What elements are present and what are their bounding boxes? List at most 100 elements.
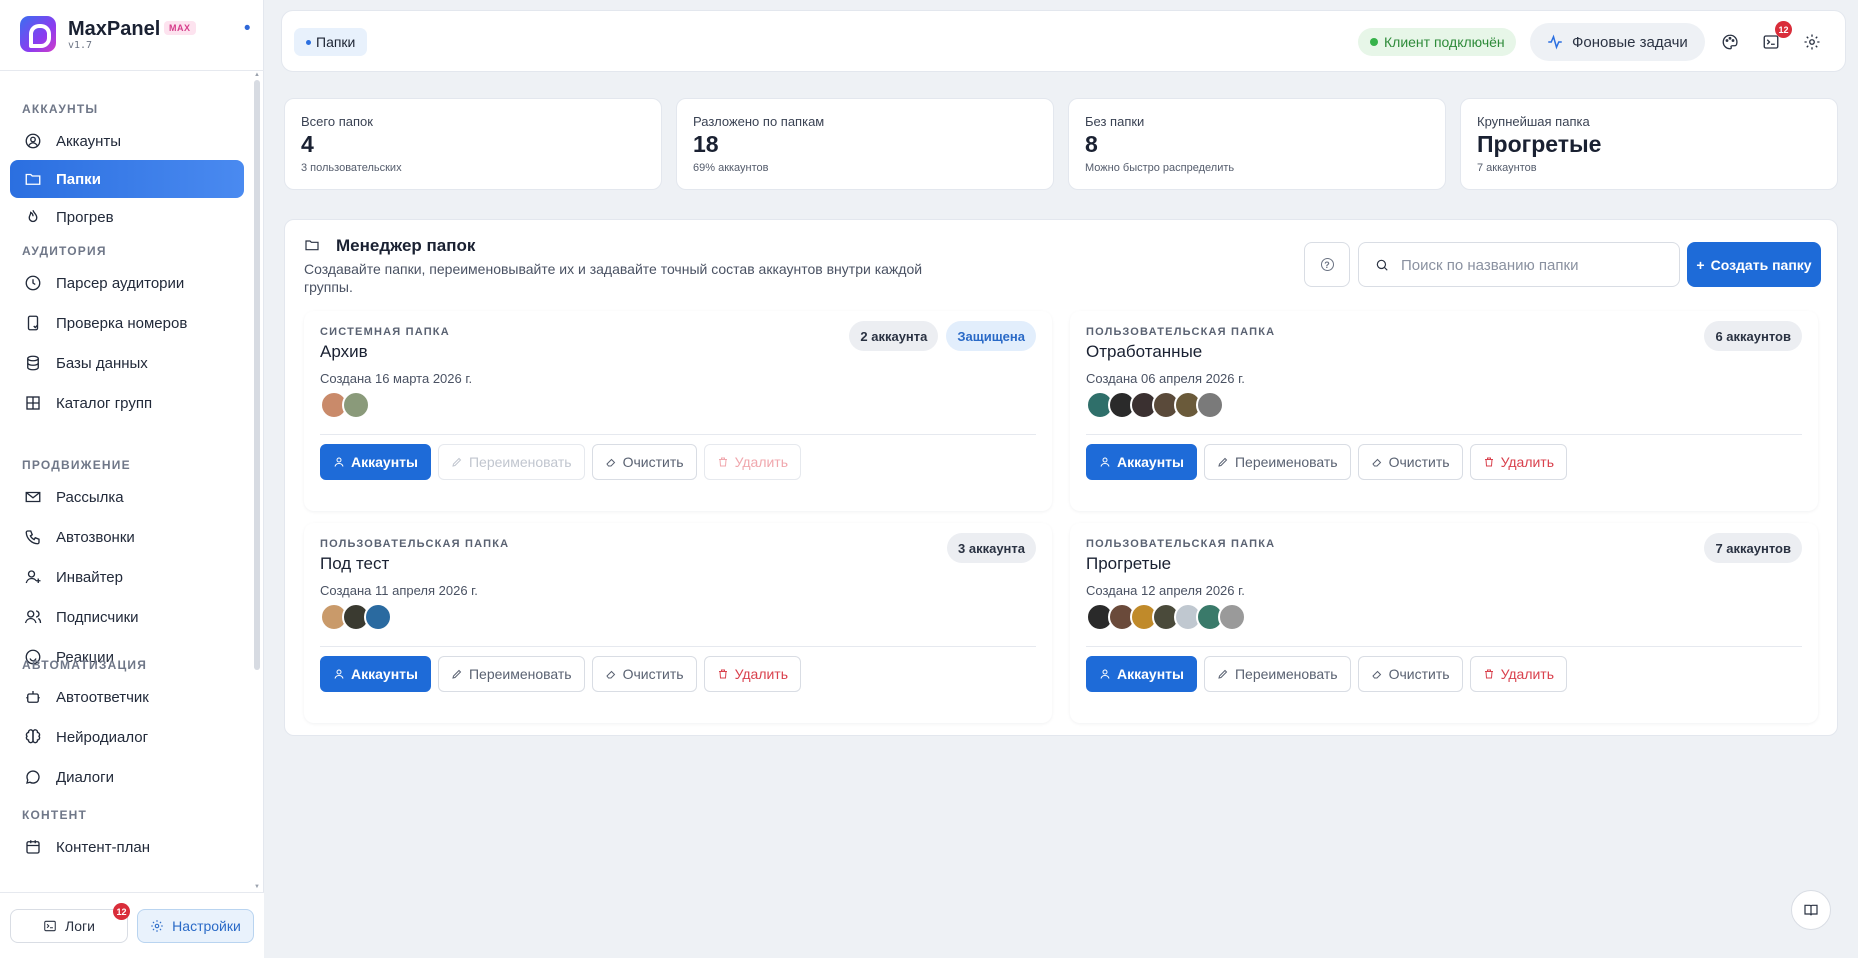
sidebar-item-group-catalog[interactable]: Каталог групп (10, 384, 244, 422)
background-tasks-button[interactable]: Фоновые задачи (1530, 23, 1705, 61)
accounts-button[interactable]: Аккаунты (320, 444, 431, 480)
sidebar-item-subscribers[interactable]: Подписчики (10, 598, 244, 636)
eraser-icon (1371, 670, 1381, 679)
activity-icon (1548, 34, 1562, 50)
stat-value: 8 (1085, 131, 1098, 157)
stat-value: 18 (693, 131, 719, 157)
sidebar-item-mailing[interactable]: Рассылка (10, 478, 244, 516)
account-count-badge: 2 аккаунта (849, 321, 939, 351)
scroll-up-icon[interactable]: ▲ (254, 72, 260, 78)
rename-button[interactable]: Переименовать (1203, 656, 1351, 692)
accounts-button[interactable]: Аккаунты (1086, 444, 1197, 480)
sidebar-item-label: Аккаунты (56, 132, 122, 150)
action-label: Удалить (1500, 454, 1555, 470)
sidebar-item-label: Базы данных (56, 354, 148, 372)
clock-icon (24, 274, 42, 292)
clear-button[interactable]: Очистить (591, 656, 697, 692)
sidebar-item-label: Проверка номеров (56, 314, 188, 332)
accounts-button[interactable]: Аккаунты (320, 656, 431, 692)
topbar: Папки Клиент подключён Фоновые задачи 12 (281, 10, 1846, 72)
avatar (1218, 603, 1246, 631)
sidebar-item-inviter[interactable]: Инвайтер (10, 558, 244, 596)
chat-icon (24, 768, 42, 786)
user-circle-icon (24, 132, 42, 150)
sidebar-item-label: Подписчики (56, 608, 139, 626)
delete-button[interactable]: Удалить (703, 444, 802, 480)
brand[interactable]: MaxPanel MAX v1.7 ● (20, 16, 256, 56)
brain-icon (24, 728, 42, 746)
eraser-icon (605, 458, 615, 467)
pencil-icon (1218, 457, 1228, 467)
rename-button[interactable]: Переименовать (437, 444, 585, 480)
palette-icon[interactable] (1719, 31, 1741, 53)
search-input[interactable] (1401, 253, 1671, 277)
clear-button[interactable]: Очистить (1357, 444, 1463, 480)
sidebar-item-autoresponder[interactable]: Автоответчик (10, 678, 244, 716)
sidebar-item-label: Диалоги (56, 768, 114, 786)
sidebar-item-folders[interactable]: Папки (10, 160, 244, 198)
pin-icon[interactable]: ● (240, 19, 255, 34)
delete-button[interactable]: Удалить (1469, 444, 1568, 480)
help-icon: ? (1320, 258, 1334, 271)
plan-badge: MAX (164, 21, 196, 35)
action-label: Переименовать (468, 666, 572, 682)
sidebar-item-label: Автоответчик (56, 688, 149, 706)
avatar (342, 391, 370, 419)
action-label: Очистить (622, 666, 684, 682)
sidebar-item-dialogs[interactable]: Диалоги (10, 758, 244, 796)
divider (1086, 646, 1802, 647)
sidebar-item-warmup[interactable]: Прогрев (10, 198, 244, 236)
sidebar-item-label: Рассылка (56, 488, 124, 506)
nav-section-title: АККАУНТЫ (22, 102, 99, 116)
action-label: Очистить (622, 454, 684, 470)
trash-icon (1484, 669, 1493, 679)
docs-button[interactable] (1791, 890, 1831, 930)
rename-button[interactable]: Переименовать (1203, 444, 1351, 480)
action-label: Аккаунты (351, 454, 418, 470)
folder-search[interactable] (1358, 242, 1680, 287)
sidebar-item-neurodialog[interactable]: Нейродиалог (10, 718, 244, 756)
logs-button[interactable]: Логи 12 (10, 903, 130, 943)
accounts-button[interactable]: Аккаунты (1086, 656, 1197, 692)
panel-description: Создавайте папки, переименовывайте их и … (304, 261, 923, 295)
user-plus-icon (24, 568, 42, 586)
sidebar-item-number-check[interactable]: Проверка номеров (10, 304, 244, 342)
sidebar-scrollbar[interactable] (254, 80, 260, 670)
send-icon (24, 488, 42, 506)
action-label: Удалить (734, 454, 789, 470)
folder-created: Создана 12 апреля 2026 г. (1086, 583, 1245, 598)
sidebar-item-autocalls[interactable]: Автозвонки (10, 518, 244, 556)
book-icon (1804, 904, 1818, 916)
folder-kind: СИСТЕМНАЯ ПАПКА (320, 326, 450, 338)
sidebar-item-label: Инвайтер (56, 568, 123, 586)
clear-button[interactable]: Очистить (591, 444, 697, 480)
scroll-down-icon[interactable]: ▼ (254, 884, 260, 890)
grid-icon (24, 394, 42, 412)
help-button[interactable]: ? (1304, 242, 1350, 287)
flame-icon (24, 208, 42, 226)
sidebar-item-audience-parser[interactable]: Парсер аудитории (10, 264, 244, 302)
sidebar-item-content-plan[interactable]: Контент-план (10, 828, 244, 866)
notification-count-badge: 12 (1775, 21, 1792, 38)
sidebar-item-label: Прогрев (56, 208, 114, 226)
panel-title: Менеджер папок (336, 236, 476, 255)
delete-button[interactable]: Удалить (703, 656, 802, 692)
settings-button[interactable]: Настройки (137, 909, 254, 943)
plus-icon: + (1696, 256, 1705, 273)
nav-section-title: ПРОДВИЖЕНИЕ (22, 458, 131, 472)
action-label: Аккаунты (351, 666, 418, 682)
rename-button[interactable]: Переименовать (437, 656, 585, 692)
sidebar-item-accounts[interactable]: Аккаунты (10, 122, 244, 160)
gear-icon[interactable] (1801, 31, 1823, 53)
database-icon (24, 354, 42, 372)
delete-button[interactable]: Удалить (1469, 656, 1568, 692)
sidebar-item-databases[interactable]: Базы данных (10, 344, 244, 382)
settings-label: Настройки (172, 918, 241, 934)
create-folder-button[interactable]: + Создать папку (1687, 242, 1821, 287)
divider (320, 434, 1036, 435)
clear-button[interactable]: Очистить (1357, 656, 1463, 692)
sidebar-nav: АККАУНТЫ Аккаунты Папки Прогрев АУДИТОРИ… (0, 78, 256, 892)
avatar (1196, 391, 1224, 419)
breadcrumb[interactable]: Папки (294, 28, 368, 56)
avatar-group (1086, 603, 1246, 633)
